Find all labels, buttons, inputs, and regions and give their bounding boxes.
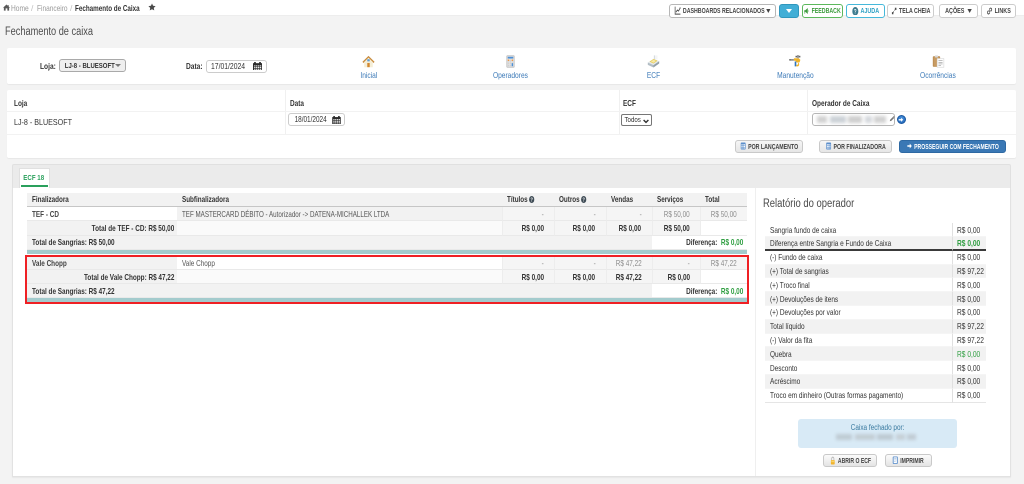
svg-text:?: ?	[583, 197, 586, 203]
svg-text:?: ?	[854, 8, 857, 15]
svg-text:?: ?	[531, 197, 534, 203]
